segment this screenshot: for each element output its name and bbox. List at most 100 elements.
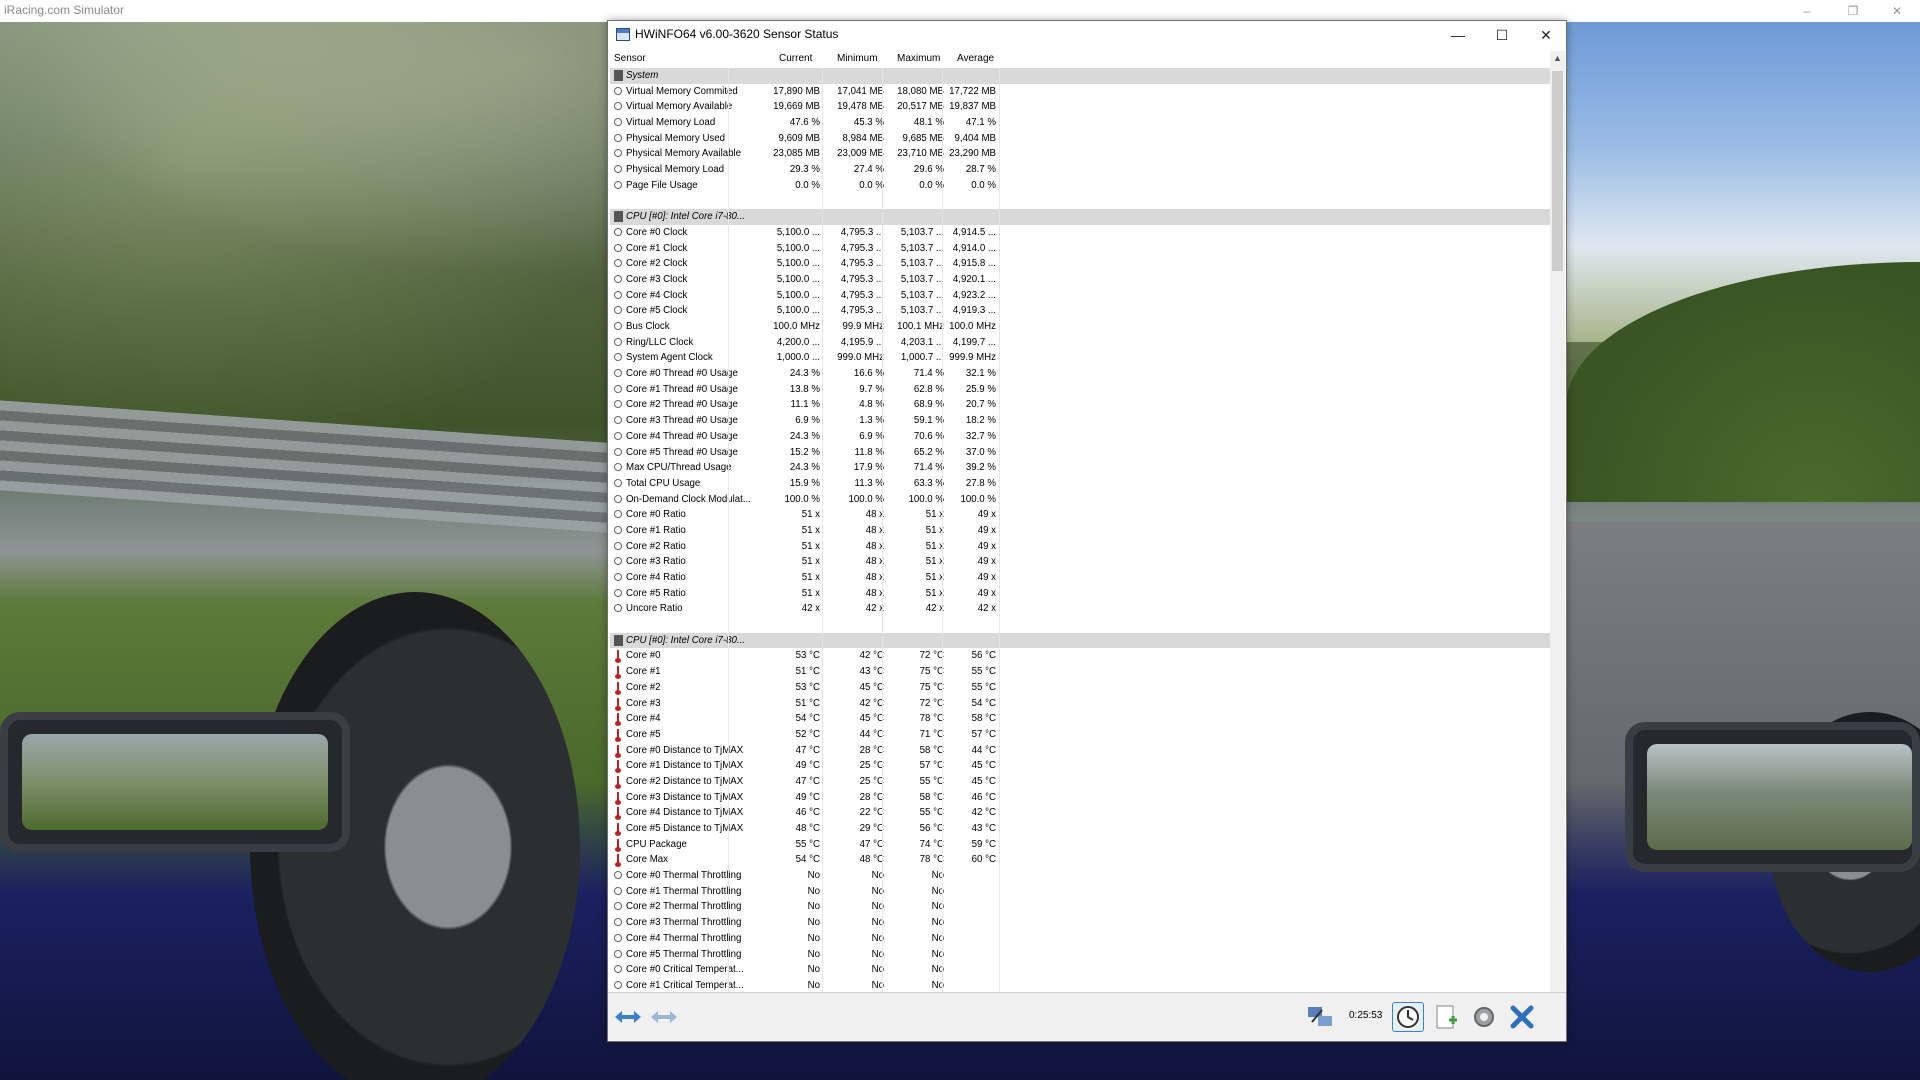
column-divider [942, 617, 943, 633]
sensor-row[interactable]: Core #2 Thread #0 Usage 11.1 % 4.8 % 68.9 %… [610, 397, 1550, 414]
sensor-icon [614, 133, 622, 142]
column-divider [942, 413, 943, 429]
window-close-button[interactable]: ✕ [1524, 21, 1568, 49]
sensor-row[interactable]: Core #5 52 °C 44 °C 71 °C 57 °C [610, 726, 1550, 743]
column-divider [822, 319, 823, 335]
col-minimum[interactable]: Minimum [837, 53, 878, 64]
app-minimize-button[interactable]: – [1784, 0, 1830, 22]
sensor-row[interactable]: Core #3 Clock 5,100.0 ... 4,795.3 ... 5,103… [610, 271, 1550, 288]
sensor-row[interactable]: Physical Memory Available 23,085 MB 23,009… [610, 146, 1550, 163]
sensor-row[interactable]: Core #2 Thermal Throttling No No No [610, 899, 1550, 916]
column-divider [942, 366, 943, 382]
sensor-row[interactable]: Core #4 Thermal Throttling No No No [610, 930, 1550, 947]
sensor-row[interactable]: Core #1 Ratio 51 x 48 x 51 x 49 x [610, 522, 1550, 539]
col-sensor[interactable]: Sensor [614, 53, 646, 64]
column-divider [999, 946, 1000, 963]
sensor-row[interactable]: Core #5 Clock 5,100.0 ... 4,795.3 ... 5,103… [610, 303, 1550, 319]
sensor-row[interactable]: Core #0 Critical Temperat... No No No [610, 962, 1550, 978]
sensor-row[interactable]: Core #3 Distance to TjMAX 49 °C 28 °C 58 °C… [610, 789, 1550, 806]
column-divider [882, 821, 883, 837]
sensor-row[interactable]: Core #0 53 °C 42 °C 72 °C 56 °C [610, 648, 1550, 665]
section-header-row[interactable]: CPU [#0]: Intel Core i7-80... [610, 209, 1550, 225]
back-forward-icon[interactable] [612, 1002, 644, 1032]
vertical-scrollbar[interactable]: ▲ ▼ [1550, 51, 1565, 1011]
sensor-row[interactable]: Core #0 Ratio 51 x 48 x 51 x 49 x [610, 507, 1550, 523]
sensor-icon [614, 431, 622, 440]
app-restore-button[interactable]: ❐ [1830, 0, 1876, 22]
column-divider [999, 366, 1000, 382]
sensor-row[interactable]: Core #4 54 °C 45 °C 78 °C 58 °C [610, 711, 1550, 727]
sensor-row[interactable]: CPU Package 55 °C 47 °C 74 °C 59 °C [610, 836, 1550, 853]
sensor-row[interactable]: Core #4 Clock 5,100.0 ... 4,795.3 ... 5,103… [610, 287, 1550, 304]
sensor-row[interactable]: Core #1 Thread #0 Usage 13.8 % 9.7 % 62.8 %… [610, 381, 1550, 398]
sensor-row[interactable]: On-Demand Clock Modulat... 100.0 % 100.0 %… [610, 491, 1550, 508]
sensor-row[interactable]: Core #0 Clock 5,100.0 ... 4,795.3 ... 5,103… [610, 224, 1550, 241]
sensor-row[interactable]: Page File Usage 0.0 % 0.0 % 0.0 % 0.0 % [610, 177, 1550, 194]
column-divider [942, 679, 943, 696]
add-report-icon[interactable] [1430, 1002, 1462, 1032]
sensor-icon [614, 322, 622, 330]
sensor-row[interactable]: Core #2 53 °C 45 °C 75 °C 55 °C [610, 679, 1550, 696]
scroll-up-button[interactable]: ▲ [1550, 51, 1565, 66]
sensor-row[interactable]: Core #4 Distance to TjMAX 46 °C 22 °C 55 °C… [610, 805, 1550, 821]
sensor-row[interactable]: Physical Memory Load 29.3 % 27.4 % 29.6 % 28… [610, 162, 1550, 178]
col-maximum[interactable]: Maximum [897, 53, 940, 64]
sensor-row[interactable]: Core #2 Distance to TjMAX 47 °C 25 °C 55 °C… [610, 773, 1550, 790]
current-value: No [807, 932, 820, 944]
sensor-row[interactable]: Core #2 Ratio 51 x 48 x 51 x 49 x [610, 538, 1550, 555]
sensor-row[interactable]: Bus Clock 100.0 MHz 99.9 MHz 100.1 MHz 100.0… [610, 319, 1550, 335]
column-divider [942, 915, 943, 931]
sensor-row[interactable]: Ring/LLC Clock 4,200.0 ... 4,195.9 ... 4,20… [610, 334, 1550, 351]
sensor-row[interactable]: Core #4 Ratio 51 x 48 x 51 x 49 x [610, 570, 1550, 586]
window-minimize-button[interactable]: — [1436, 21, 1480, 49]
settings-icon[interactable] [1468, 1002, 1500, 1032]
forward-back-icon[interactable] [648, 1002, 680, 1032]
sensor-row[interactable]: Physical Memory Used 9,609 MB 8,984 MB 9,68… [610, 130, 1550, 147]
sensor-row[interactable]: Core #5 Ratio 51 x 48 x 51 x 49 x [610, 585, 1550, 602]
column-divider [822, 460, 823, 476]
column-divider [728, 695, 729, 712]
sensor-row[interactable]: Virtual Memory Commited 17,890 MB 17,041 M… [610, 83, 1550, 100]
current-value: No [807, 885, 820, 897]
column-divider [942, 177, 943, 194]
sensor-row[interactable]: Core #0 Distance to TjMAX 47 °C 28 °C 58 °C… [610, 742, 1550, 759]
sensor-row[interactable]: Core #2 Clock 5,100.0 ... 4,795.3 ... 5,103… [610, 256, 1550, 272]
close-icon[interactable] [1506, 1002, 1538, 1032]
section-header-row[interactable]: System [610, 68, 1550, 84]
sensor-row[interactable]: Total CPU Usage 15.9 % 11.3 % 63.3 % 27.8 % [610, 475, 1550, 492]
sensor-row[interactable]: Virtual Memory Load 47.6 % 45.3 % 48.1 % 47.… [610, 115, 1550, 131]
sensor-row[interactable]: Core #3 Thermal Throttling No No No [610, 915, 1550, 931]
sensor-row[interactable]: Core #1 Thermal Throttling No No No [610, 883, 1550, 900]
col-average[interactable]: Average [957, 53, 994, 64]
column-divider [728, 648, 729, 665]
clock-icon[interactable] [1392, 1002, 1424, 1032]
sensor-row[interactable]: Core #5 Thermal Throttling No No No [610, 946, 1550, 963]
sensor-row[interactable]: System Agent Clock 1,000.0 ... 999.0 MHz 1,… [610, 350, 1550, 367]
window-maximize-button[interactable]: ☐ [1480, 21, 1524, 49]
sensor-row[interactable]: Core #3 Ratio 51 x 48 x 51 x 49 x [610, 554, 1550, 570]
window-title-bar[interactable]: HWiNFO64 v6.00-3620 Sensor Status — ☐ ✕ [608, 21, 1566, 49]
current-value: 17,890 MB [773, 85, 820, 97]
sensor-row[interactable]: Core #4 Thread #0 Usage 24.3 % 6.9 % 70.6 %… [610, 428, 1550, 445]
sensor-row[interactable]: Core #1 Distance to TjMAX 49 °C 25 °C 57 °C… [610, 758, 1550, 774]
column-divider [882, 554, 883, 570]
sensor-row[interactable]: Uncore Ratio 42 x 42 x 42 x 42 x [610, 601, 1550, 618]
section-header-row[interactable]: CPU [#0]: Intel Core i7-80... [610, 632, 1550, 649]
sensor-row[interactable]: Virtual Memory Available 19,669 MB 19,478 … [610, 99, 1550, 116]
sensor-row[interactable]: Core #3 51 °C 42 °C 72 °C 54 °C [610, 695, 1550, 712]
app-close-button[interactable]: ✕ [1874, 0, 1920, 22]
network-icon[interactable] [1304, 1002, 1336, 1032]
sensor-row[interactable]: Max CPU/Thread Usage 24.3 % 17.9 % 71.4 % 39… [610, 460, 1550, 476]
sensor-row[interactable]: Core #3 Thread #0 Usage 6.9 % 1.3 % 59.1 % 1… [610, 413, 1550, 429]
column-divider [942, 868, 943, 884]
sensor-row[interactable]: Core #5 Distance to TjMAX 48 °C 29 °C 56 °C… [610, 821, 1550, 837]
sensor-row[interactable]: Core #5 Thread #0 Usage 15.2 % 11.8 % 65.2 … [610, 444, 1550, 461]
sensor-row[interactable]: Core #1 Clock 5,100.0 ... 4,795.3 ... 5,103… [610, 240, 1550, 257]
sensor-row[interactable]: Core Max 54 °C 48 °C 78 °C 60 °C [610, 852, 1550, 869]
sensor-row[interactable]: Core #0 Thread #0 Usage 24.3 % 16.6 % 71.4 … [610, 366, 1550, 382]
sensor-icon [614, 980, 622, 989]
col-current[interactable]: Current [779, 53, 812, 64]
sensor-row[interactable]: Core #1 51 °C 43 °C 75 °C 55 °C [610, 664, 1550, 680]
scroll-thumb[interactable] [1552, 71, 1563, 271]
sensor-row[interactable]: Core #0 Thermal Throttling No No No [610, 868, 1550, 884]
